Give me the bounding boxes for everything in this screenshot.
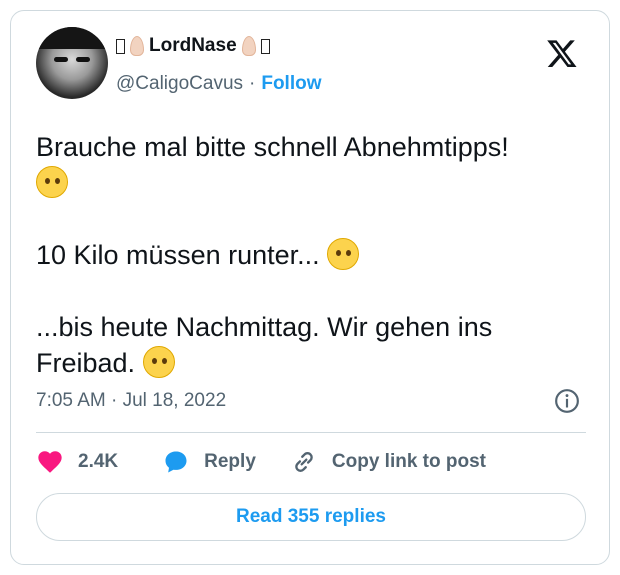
display-name[interactable]: LordNase	[149, 35, 237, 57]
unsupported-glyph-icon	[260, 38, 270, 54]
avatar-eye-left	[54, 57, 68, 62]
tweet-card: LordNase @CaligoCavus · Follow Brauche m…	[10, 10, 610, 565]
tweet-text: Brauche mal bitte schnell Abnehmtipps! 1…	[36, 129, 591, 381]
x-logo-icon[interactable]	[545, 37, 579, 69]
unsupported-glyph-icon	[116, 38, 125, 54]
link-icon	[295, 452, 313, 472]
user-handle[interactable]: @CaligoCavus	[116, 73, 243, 95]
tweet-timestamp[interactable]: 7:05 AM · Jul 18, 2022	[36, 390, 226, 412]
heart-icon	[38, 451, 62, 473]
tweet-date: Jul 18, 2022	[122, 390, 227, 411]
avatar[interactable]	[36, 27, 108, 99]
tweet-line-3: ...bis heute Nachmittag. Wir gehen ins F…	[36, 312, 493, 378]
tweet-time: 7:05 AM	[36, 390, 106, 411]
action-bar: 2.4K Reply Copy link to post	[36, 446, 486, 478]
avatar-eye-right	[76, 57, 90, 62]
like-button[interactable]: 2.4K	[36, 448, 118, 476]
reply-label: Reply	[204, 451, 256, 472]
avatar-hair	[36, 27, 108, 49]
handle-row: @CaligoCavus · Follow	[116, 73, 322, 95]
face-with-rolling-eyes-icon	[36, 166, 68, 198]
handle-separator: ·	[249, 73, 256, 94]
copy-link-button[interactable]: Copy link to post	[290, 448, 486, 476]
info-icon[interactable]	[554, 388, 580, 414]
nose-emoji-icon	[241, 36, 256, 56]
read-replies-button[interactable]: Read 355 replies	[36, 493, 586, 541]
like-count: 2.4K	[78, 451, 119, 472]
reply-bubble-icon	[165, 451, 187, 473]
tweet-line-1: Brauche mal bitte schnell Abnehmtipps!	[36, 132, 509, 162]
display-name-row[interactable]: LordNase	[116, 35, 270, 57]
nose-emoji-icon	[130, 36, 144, 56]
divider	[36, 432, 586, 433]
meta-separator: ·	[111, 390, 118, 411]
tweet-line-2: 10 Kilo müssen runter...	[36, 237, 591, 273]
follow-button[interactable]: Follow	[261, 73, 321, 95]
copy-link-label: Copy link to post	[331, 451, 486, 472]
pleading-face-icon	[327, 238, 360, 270]
reply-button[interactable]: Reply	[162, 448, 256, 476]
woozy-face-icon	[142, 346, 175, 378]
